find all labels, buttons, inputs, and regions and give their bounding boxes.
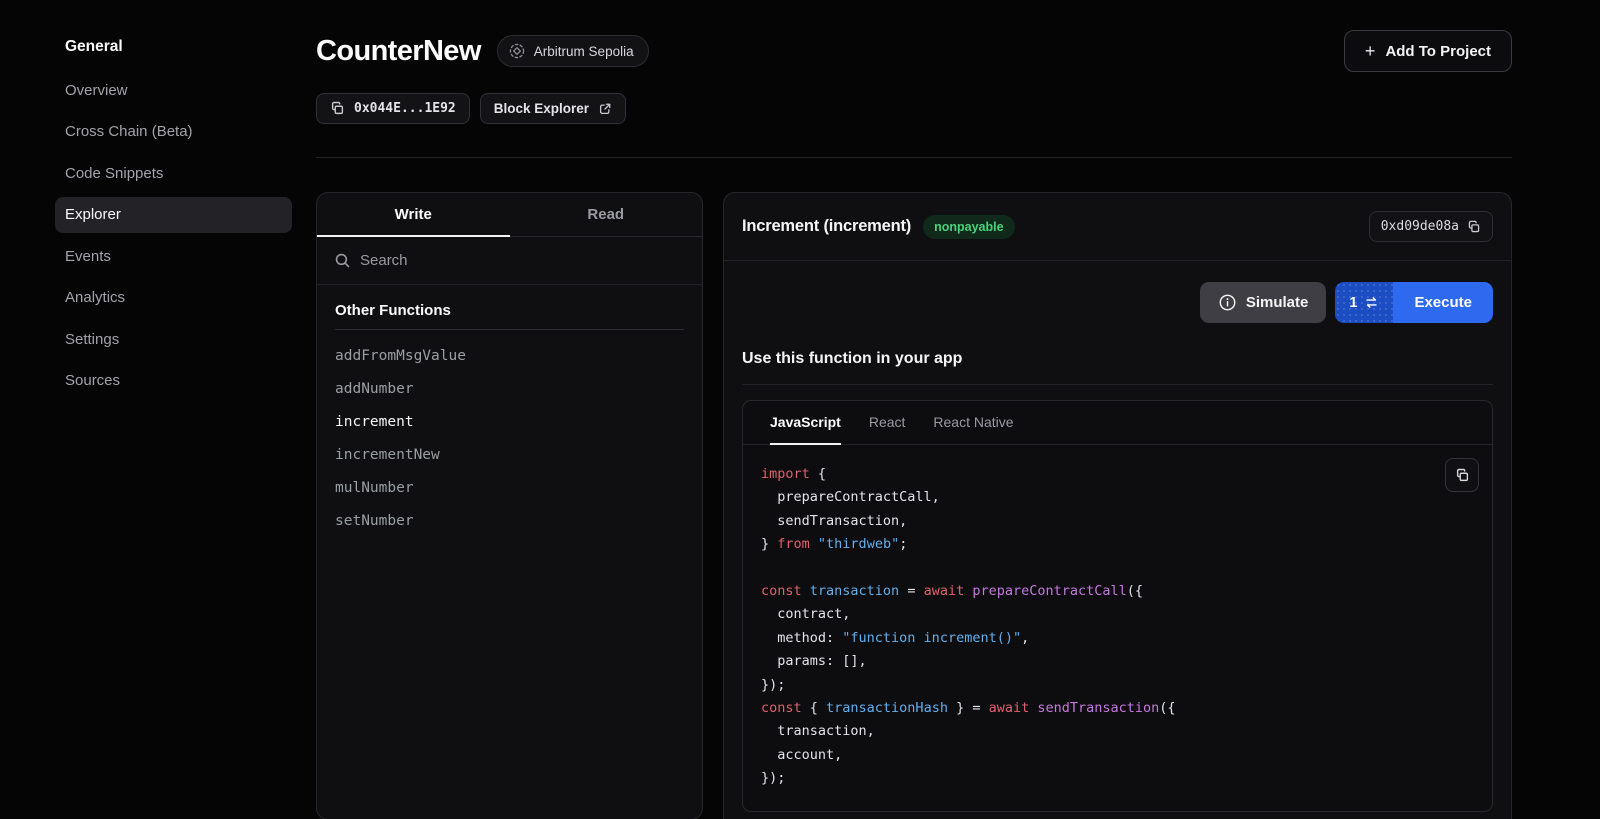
page-header: CounterNew Arbitrum Sepolia + Add To Pro… — [316, 30, 1512, 72]
function-list-item[interactable]: increment — [335, 405, 684, 438]
function-name: addNumber — [335, 381, 414, 397]
function-name: addFromMsgValue — [335, 348, 466, 364]
main-content: CounterNew Arbitrum Sepolia + Add To Pro… — [300, 0, 1600, 819]
queue-count: 1 — [1349, 295, 1357, 311]
usage-divider — [742, 384, 1493, 385]
page-title: CounterNew — [316, 35, 481, 68]
add-to-project-label: Add To Project — [1385, 43, 1491, 60]
simulate-label: Simulate — [1246, 294, 1309, 311]
sidebar-item[interactable]: Settings — [55, 321, 292, 357]
code-language-tab[interactable]: JavaScript — [770, 401, 841, 445]
function-search-input[interactable] — [360, 252, 685, 269]
search-icon — [334, 252, 351, 269]
function-selector-chip[interactable]: 0xd09de08a — [1369, 211, 1493, 242]
block-explorer-link[interactable]: Block Explorer — [480, 93, 626, 124]
sidebar-item-label: Explorer — [65, 206, 121, 223]
function-detail-header: Increment (increment) nonpayable 0xd09de… — [724, 193, 1511, 260]
sidebar-item-label: Events — [65, 248, 111, 265]
contract-meta-row: 0x044E...1E92 Block Explorer — [316, 93, 1512, 124]
sidebar-item-label: Settings — [65, 331, 119, 348]
info-icon — [1218, 293, 1237, 312]
execute-button[interactable]: Execute — [1393, 282, 1493, 323]
sidebar-item[interactable]: Analytics — [55, 280, 292, 316]
header-divider — [316, 157, 1512, 158]
simulate-button[interactable]: Simulate — [1200, 282, 1327, 323]
sidebar-item[interactable]: Sources — [55, 363, 292, 399]
sidebar-item[interactable]: Explorer — [55, 197, 292, 233]
tab-label: Write — [395, 206, 432, 223]
sidebar-item[interactable]: Overview — [55, 72, 292, 108]
function-name: setNumber — [335, 513, 414, 529]
explorer-panels: Write Read — [316, 192, 1512, 819]
sidebar-nav: Overview Cross Chain (Beta) Code Snippet… — [55, 72, 292, 399]
function-section-divider — [335, 329, 684, 330]
chain-icon — [508, 42, 526, 60]
app-root: General Overview Cross Chain (Beta) Code… — [0, 0, 1600, 819]
copy-icon — [330, 101, 345, 116]
external-link-icon — [598, 102, 612, 116]
usage-section-title: Use this function in your app — [724, 323, 1511, 384]
function-list-body: Other Functions addFromMsgValue addNumbe… — [317, 285, 702, 554]
function-selector-value: 0xd09de08a — [1381, 219, 1459, 234]
sidebar-item-label: Code Snippets — [65, 165, 163, 182]
copy-code-button[interactable] — [1445, 458, 1479, 492]
plus-icon: + — [1365, 42, 1376, 60]
function-list-item[interactable]: incrementNew — [335, 438, 684, 471]
sidebar-section-title: General — [55, 30, 292, 64]
function-detail-panel: Increment (increment) nonpayable 0xd09de… — [723, 192, 1512, 819]
code-tab-label: React Native — [933, 414, 1013, 430]
code-area: import { prepareContractCall, sendTransa… — [743, 445, 1492, 809]
block-explorer-label: Block Explorer — [494, 101, 589, 116]
copy-icon — [1467, 220, 1481, 234]
code-tab-label: JavaScript — [770, 414, 841, 430]
contract-address-chip[interactable]: 0x044E...1E92 — [316, 93, 470, 124]
action-row: Simulate 1 Execute — [724, 261, 1511, 323]
sidebar-item[interactable]: Cross Chain (Beta) — [55, 114, 292, 150]
function-name: increment — [335, 414, 414, 430]
function-search-row — [317, 237, 702, 285]
contract-address-label: 0x044E...1E92 — [354, 101, 456, 116]
code-tab-label: React — [869, 414, 906, 430]
function-detail-title: Increment (increment) — [742, 217, 911, 236]
write-read-tabs: Write Read — [317, 193, 702, 237]
swap-arrows-icon — [1364, 295, 1379, 310]
functions-panel: Write Read — [316, 192, 703, 819]
code-language-tab[interactable]: React Native — [933, 401, 1013, 445]
function-list-item[interactable]: mulNumber — [335, 471, 684, 504]
sidebar-item-label: Cross Chain (Beta) — [65, 123, 193, 140]
function-name: incrementNew — [335, 447, 440, 463]
sidebar-item[interactable]: Events — [55, 238, 292, 274]
function-type-tab[interactable]: Write — [317, 193, 510, 237]
sidebar-item-label: Analytics — [65, 289, 125, 306]
function-list-item[interactable]: setNumber — [335, 504, 684, 537]
copy-icon — [1455, 468, 1470, 483]
function-list: addFromMsgValue addNumber increment — [335, 339, 684, 537]
function-section-title: Other Functions — [335, 302, 684, 319]
code-language-tab[interactable]: React — [869, 401, 906, 445]
function-name: mulNumber — [335, 480, 414, 496]
add-to-project-button[interactable]: + Add To Project — [1344, 30, 1512, 72]
sidebar-item[interactable]: Code Snippets — [55, 155, 292, 191]
tab-label: Read — [587, 206, 624, 223]
sidebar-item-label: Sources — [65, 372, 120, 389]
mutability-badge: nonpayable — [923, 215, 1014, 239]
sidebar-item-label: Overview — [65, 82, 128, 99]
transaction-queue-button[interactable]: 1 — [1335, 282, 1393, 323]
code-snippet: import { prepareContractCall, sendTransa… — [761, 463, 1474, 791]
execute-split-button: 1 Execute — [1335, 282, 1493, 323]
function-list-item[interactable]: addNumber — [335, 372, 684, 405]
network-badge-label: Arbitrum Sepolia — [534, 44, 634, 59]
network-badge[interactable]: Arbitrum Sepolia — [497, 35, 649, 67]
sidebar: General Overview Cross Chain (Beta) Code… — [0, 0, 300, 819]
function-list-item[interactable]: addFromMsgValue — [335, 339, 684, 372]
function-type-tab[interactable]: Read — [510, 193, 703, 237]
code-snippet-card: JavaScript React React Native — [742, 400, 1493, 812]
code-language-tabs: JavaScript React React Native — [743, 401, 1492, 445]
